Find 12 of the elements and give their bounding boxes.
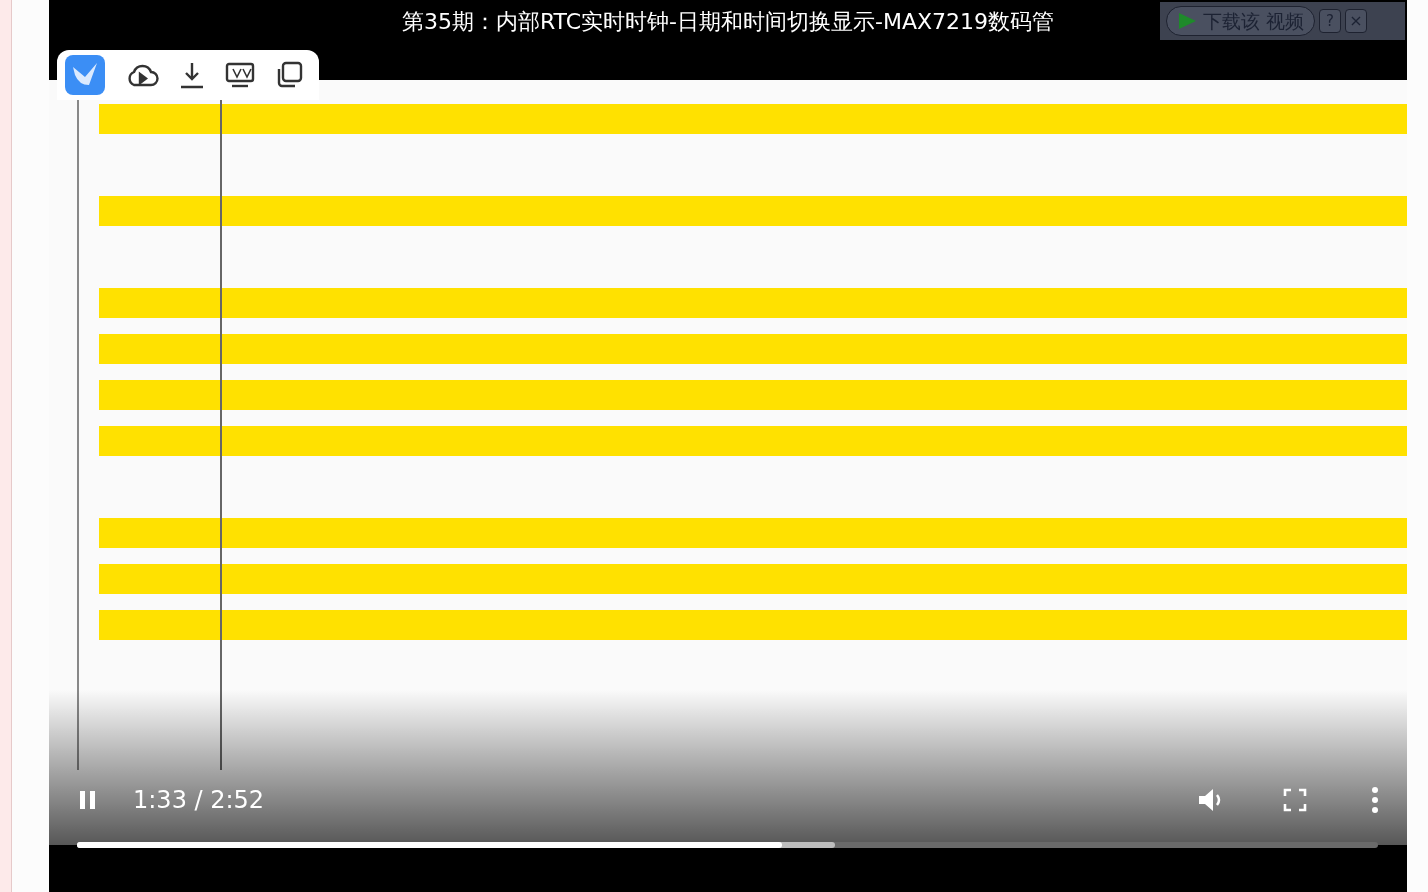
video-title: 第35期：内部RTC实时时钟-日期和时间切换显示-MAX7219数码管 (401, 8, 1055, 36)
download-icon[interactable] (179, 61, 205, 89)
more-icon[interactable] (1371, 786, 1379, 814)
play-icon (1177, 11, 1197, 31)
close-button[interactable]: × (1345, 9, 1368, 33)
progress-track[interactable] (77, 842, 1378, 848)
bird-logo-icon[interactable] (65, 55, 105, 95)
copy-icon[interactable] (275, 61, 303, 89)
tv-icon[interactable] (225, 61, 255, 89)
fullscreen-icon[interactable] (1283, 788, 1307, 812)
time-display: 1:33 / 2:52 (133, 785, 265, 816)
help-button[interactable]: ? (1319, 9, 1342, 33)
